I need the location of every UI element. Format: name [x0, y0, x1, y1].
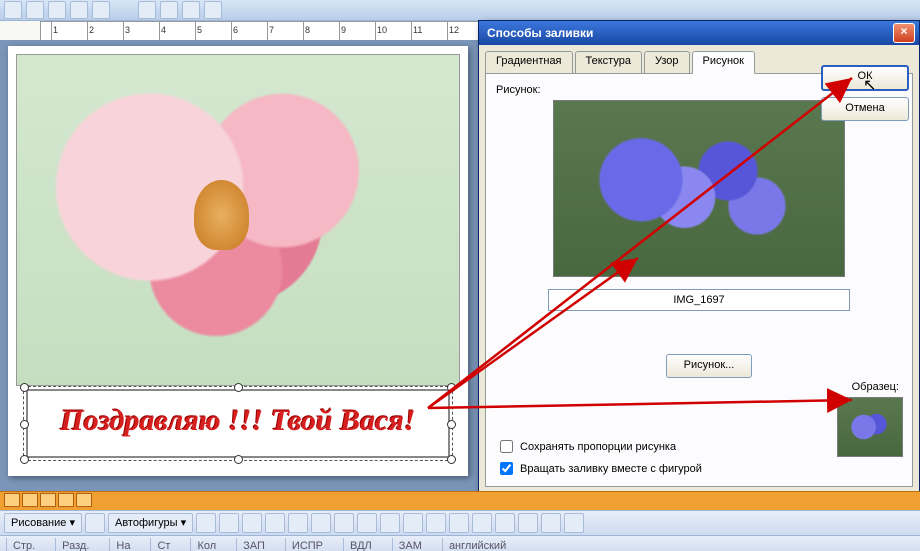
picture-name-field: IMG_1697	[548, 289, 850, 311]
app-window: 1234567891011121314151617181920212223 По…	[0, 0, 920, 551]
view-reading-icon[interactable]	[76, 493, 92, 507]
arrow-style-icon[interactable]	[518, 513, 538, 533]
textbox-icon[interactable]	[288, 513, 308, 533]
view-web-icon[interactable]	[22, 493, 38, 507]
status-at: На	[109, 538, 136, 551]
document-page[interactable]: Поздравляю !!! Твой Вася!	[8, 46, 468, 476]
toolbar-icon[interactable]	[160, 1, 178, 19]
status-col: Кол	[190, 538, 222, 551]
status-ln: Ст	[150, 538, 176, 551]
picture-icon[interactable]	[380, 513, 400, 533]
status-rec: ЗАП	[236, 538, 271, 551]
toolbar-icon[interactable]	[138, 1, 156, 19]
fill-color-icon[interactable]	[403, 513, 423, 533]
oval-icon[interactable]	[265, 513, 285, 533]
toolbar-icon[interactable]	[26, 1, 44, 19]
clipart-icon[interactable]	[357, 513, 377, 533]
toolbar-icon[interactable]	[182, 1, 200, 19]
formatting-toolbar	[0, 0, 920, 21]
line-icon[interactable]	[196, 513, 216, 533]
status-lang: английский	[442, 538, 512, 551]
rotate-fill-checkbox[interactable]: Вращать заливку вместе с фигурой	[496, 459, 702, 478]
close-icon[interactable]: ×	[893, 23, 915, 43]
select-picture-button[interactable]: Рисунок...	[666, 354, 752, 378]
lock-aspect-label: Сохранять пропорции рисунка	[520, 441, 676, 453]
3d-icon[interactable]	[564, 513, 584, 533]
tab-pattern[interactable]: Узор	[644, 51, 690, 73]
toolbar-icon[interactable]	[4, 1, 22, 19]
font-color-icon[interactable]	[449, 513, 469, 533]
tab-picture[interactable]: Рисунок	[692, 51, 756, 74]
picture-preview[interactable]	[553, 100, 845, 277]
draw-menu-button[interactable]: Рисование ▾	[4, 513, 82, 533]
wordart-icon[interactable]	[311, 513, 331, 533]
select-objects-icon[interactable]	[85, 513, 105, 533]
dash-style-icon[interactable]	[495, 513, 515, 533]
wordart-textbox[interactable]: Поздравляю !!! Твой Вася!	[26, 389, 450, 458]
toolbar-icon[interactable]	[70, 1, 88, 19]
view-print-icon[interactable]	[40, 493, 56, 507]
lock-aspect-input[interactable]	[500, 440, 513, 453]
ok-button[interactable]: ОК	[821, 65, 909, 91]
status-ovr: ЗАМ	[392, 538, 428, 551]
line-style-icon[interactable]	[472, 513, 492, 533]
view-normal-icon[interactable]	[4, 493, 20, 507]
toolbar-icon[interactable]	[204, 1, 222, 19]
tab-gradient[interactable]: Градиентная	[485, 51, 573, 73]
drawing-toolbar: Рисование ▾ Автофигуры ▾	[0, 510, 920, 536]
shadow-icon[interactable]	[541, 513, 561, 533]
dialog-titlebar[interactable]: Способы заливки ×	[479, 21, 919, 45]
fill-effects-dialog: Способы заливки × Градиентная Текстура У…	[478, 20, 920, 497]
rotate-fill-label: Вращать заливку вместе с фигурой	[520, 463, 702, 475]
bottom-bars: Рисование ▾ Автофигуры ▾ Стр. Разд. На	[0, 491, 920, 551]
autoshapes-menu-button[interactable]: Автофигуры ▾	[108, 513, 193, 533]
diagram-icon[interactable]	[334, 513, 354, 533]
status-section: Разд.	[55, 538, 95, 551]
toolbar-icon[interactable]	[48, 1, 66, 19]
view-outline-icon[interactable]	[58, 493, 74, 507]
status-ext: ВДЛ	[343, 538, 378, 551]
rotate-fill-input[interactable]	[500, 462, 513, 475]
dialog-title: Способы заливки	[483, 26, 893, 40]
selection-outline	[23, 386, 453, 461]
view-buttons-bar	[0, 491, 920, 510]
dialog-button-column: ОК Отмена	[821, 65, 909, 121]
inserted-picture[interactable]	[16, 54, 460, 386]
toolbar-icon[interactable]	[92, 1, 110, 19]
line-color-icon[interactable]	[426, 513, 446, 533]
rectangle-icon[interactable]	[242, 513, 262, 533]
sample-label: Образец:	[852, 381, 899, 393]
status-page: Стр.	[6, 538, 41, 551]
tab-texture[interactable]: Текстура	[575, 51, 642, 73]
sample-preview	[837, 397, 903, 457]
status-bar: Стр. Разд. На Ст Кол ЗАП ИСПР ВДЛ ЗАМ ан…	[0, 536, 920, 551]
arrow-icon[interactable]	[219, 513, 239, 533]
cancel-button[interactable]: Отмена	[821, 97, 909, 121]
status-trk: ИСПР	[285, 538, 329, 551]
